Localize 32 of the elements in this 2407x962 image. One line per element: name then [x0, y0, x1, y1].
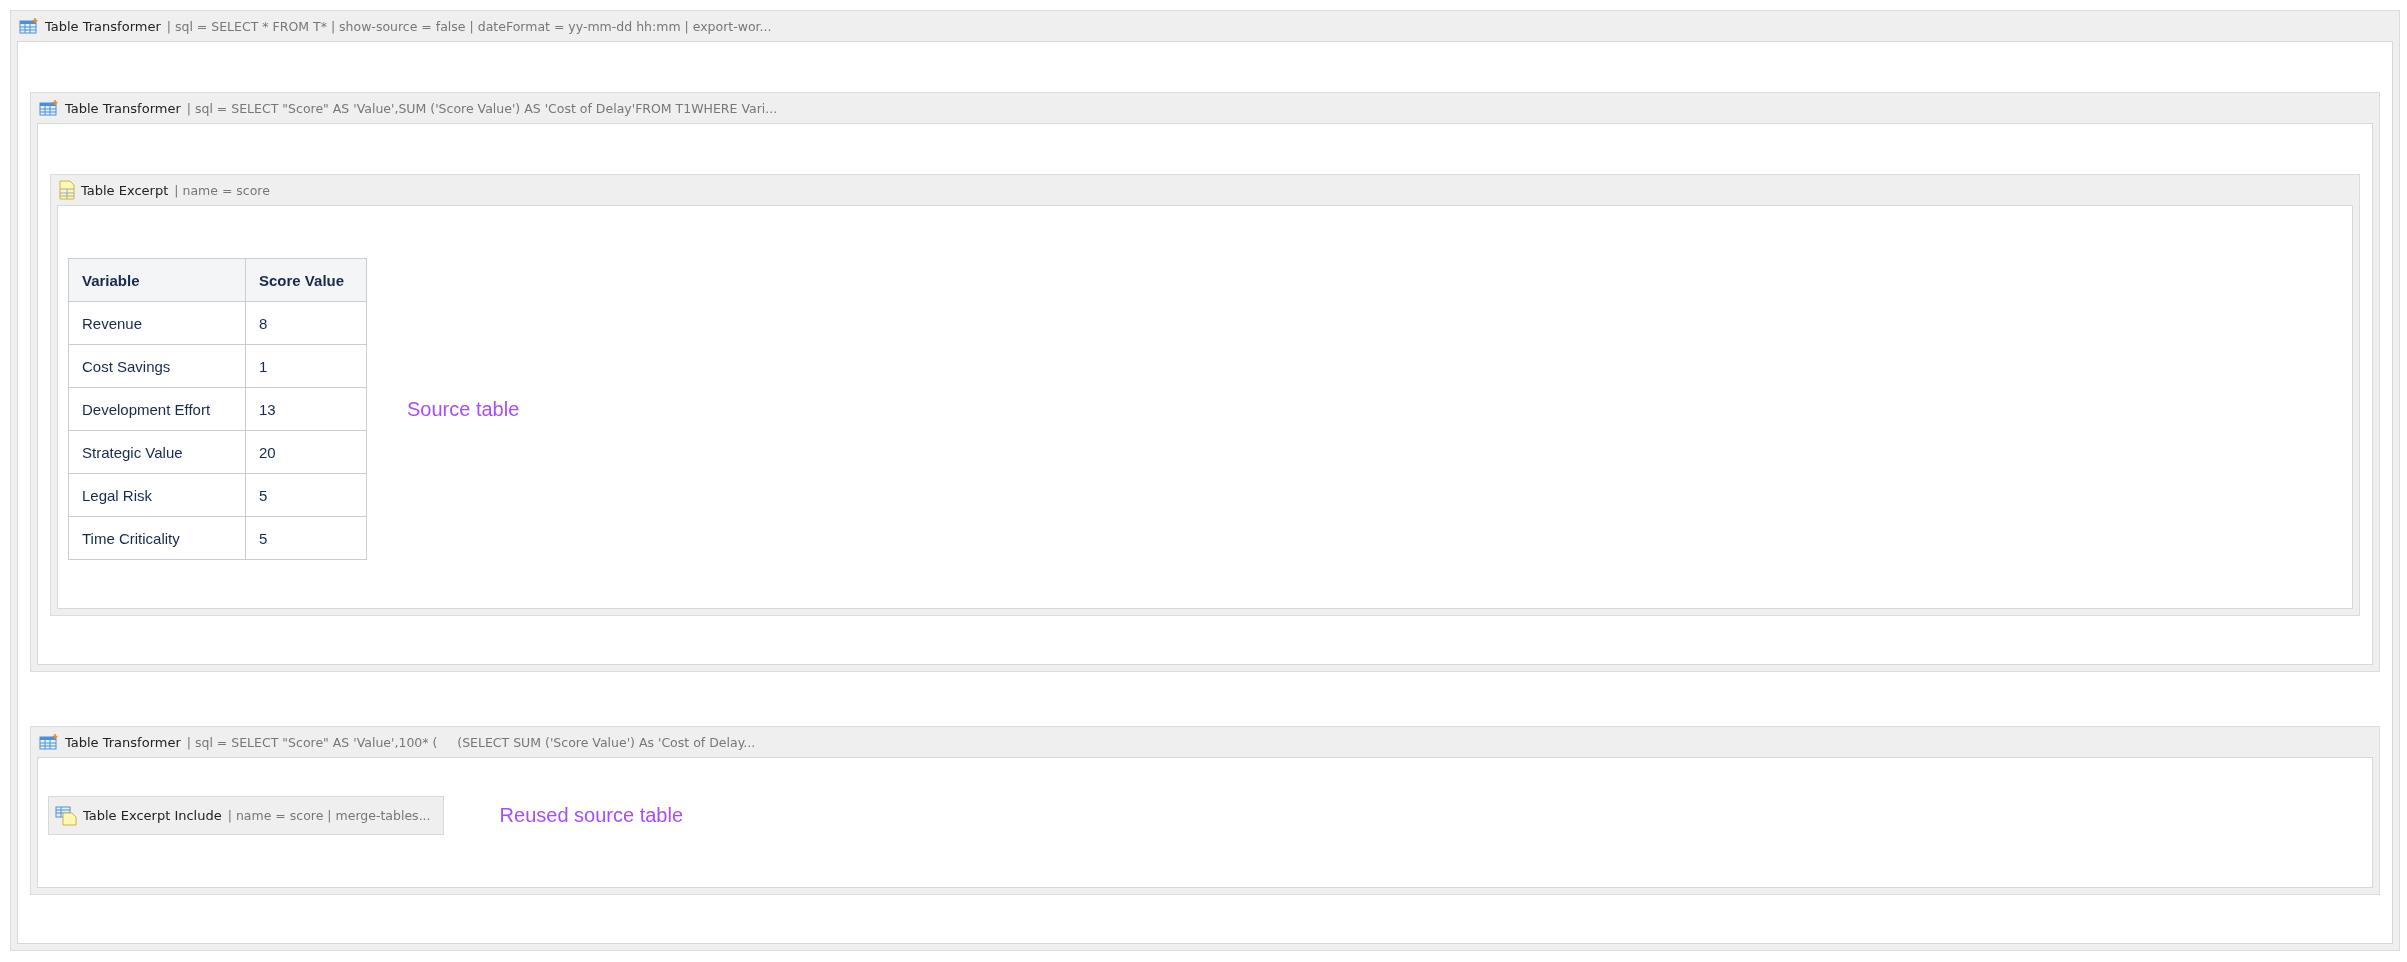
- macro-title: Table Excerpt Include: [83, 808, 222, 823]
- table-cell: Strategic Value: [68, 430, 246, 474]
- table-icon: [39, 100, 59, 116]
- table-cell: 1: [245, 344, 367, 388]
- macro-title: Table Transformer: [65, 100, 181, 116]
- macro-parameters: | sql = SELECT "Score" AS 'Value',SUM ('Score Value') AS 'Cost of Delay'FROM T1WHERE Vari...: [186, 100, 778, 116]
- macro-title: Table Transformer: [45, 18, 161, 34]
- macro-parameters: | sql = SELECT "Score" AS 'Value',100* ( (SELECT SUM ('Score Value') As 'Cost of Delay...: [186, 734, 756, 750]
- table-cell: 5: [245, 516, 367, 560]
- table-cell: 5: [245, 473, 367, 517]
- table-cell: Time Criticality: [68, 516, 246, 560]
- table-icon: [39, 734, 59, 750]
- table-cell: 8: [245, 301, 367, 345]
- table-cell: 13: [245, 387, 367, 431]
- annotation-text: Source table: [407, 397, 520, 421]
- macro-title: Table Excerpt: [81, 182, 169, 198]
- macro-placeholder[interactable]: Table Excerpt Include | name = score | merge-tables...: [48, 796, 444, 835]
- table-cell: Cost Savings: [68, 344, 246, 388]
- table-cell: Development Effort: [68, 387, 246, 431]
- table-cell: 20: [245, 430, 367, 474]
- document-icon: [59, 180, 75, 200]
- table-cell: Revenue: [68, 301, 246, 345]
- column-header: Score Value: [245, 258, 367, 302]
- macro-parameters: | name = score | merge-tables...: [227, 808, 431, 823]
- table-cell: Legal Risk: [68, 473, 246, 517]
- macro-parameters: | name = score: [174, 182, 270, 198]
- table-document-icon: [55, 805, 77, 826]
- macro-title: Table Transformer: [65, 734, 181, 750]
- table-icon: [19, 18, 39, 34]
- column-header: Variable: [68, 258, 246, 302]
- annotation-text: Reused source table: [499, 804, 683, 827]
- macro-parameters: | sql = SELECT * FROM T* | show-source = false | dateFormat = yy-mm-dd hh:mm | export-wor...: [166, 18, 772, 34]
